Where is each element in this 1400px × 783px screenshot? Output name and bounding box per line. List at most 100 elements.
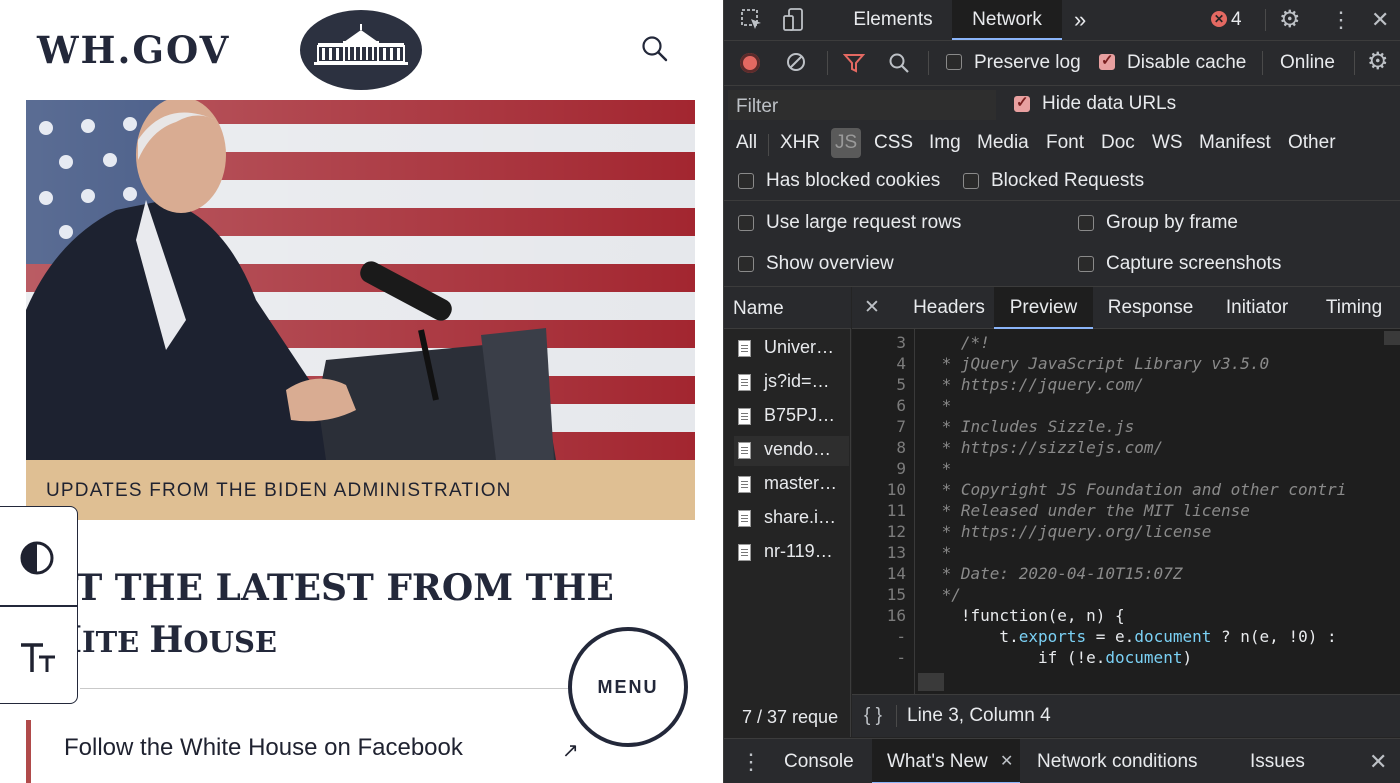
scrollbar-thumb[interactable]: [1384, 331, 1400, 345]
drawer-menu-icon[interactable]: ⋮: [740, 739, 762, 783]
kebab-menu-icon[interactable]: ⋮: [1330, 0, 1352, 40]
type-filter-manifest[interactable]: Manifest: [1199, 132, 1271, 154]
drawer-tab-issues[interactable]: Issues: [1250, 739, 1305, 783]
clear-icon[interactable]: [786, 52, 806, 72]
type-separator: [768, 134, 769, 156]
group-by-frame-label[interactable]: Group by frame: [1106, 212, 1238, 234]
capture-screenshots-checkbox[interactable]: [1078, 256, 1094, 272]
has-blocked-cookies-label[interactable]: Has blocked cookies: [766, 170, 940, 192]
file-icon: [738, 408, 751, 425]
drawer-tab-console[interactable]: Console: [784, 739, 854, 783]
request-row[interactable]: Univer…: [734, 334, 849, 364]
headline-segment: OUSE: [183, 625, 277, 659]
preserve-log-label[interactable]: Preserve log: [974, 52, 1081, 74]
white-house-seal[interactable]: [300, 10, 422, 90]
request-row[interactable]: js?id=…: [734, 368, 849, 398]
filter-input[interactable]: Filter: [728, 90, 996, 120]
blocked-requests-checkbox[interactable]: [963, 173, 979, 189]
contrast-button[interactable]: [19, 540, 55, 576]
hide-data-urls-label[interactable]: Hide data URLs: [1042, 93, 1176, 115]
hide-data-urls-checkbox[interactable]: [1014, 93, 1030, 112]
link-accent-bar: [26, 720, 31, 783]
headline: ET THE LATEST FROM THE HITE HOUSE: [48, 562, 614, 668]
has-blocked-cookies-checkbox[interactable]: [738, 173, 754, 189]
large-rows-label[interactable]: Use large request rows: [766, 212, 961, 234]
show-overview-label[interactable]: Show overview: [766, 253, 894, 275]
close-detail-icon[interactable]: ✕: [864, 287, 884, 329]
name-column-header[interactable]: Name: [724, 287, 851, 329]
tab-network[interactable]: Network: [952, 0, 1062, 40]
code-line: * Released under the MIT license: [932, 501, 1250, 520]
type-filter-media[interactable]: Media: [977, 132, 1029, 154]
request-list: Name Univer… js?id=… B75PJ… vendo… maste…: [724, 287, 851, 737]
horizontal-scrollbar[interactable]: [918, 673, 944, 691]
settings-gear-icon[interactable]: ⚙: [1279, 0, 1301, 40]
pretty-print-icon[interactable]: { }: [864, 705, 882, 727]
toolbar-divider: [0, 605, 77, 607]
show-overview-checkbox[interactable]: [738, 256, 754, 272]
request-count: 7 / 37 reque: [742, 707, 839, 727]
drawer-tab-network-conditions[interactable]: Network conditions: [1037, 739, 1198, 783]
site-logo[interactable]: WH.GOV: [37, 28, 230, 72]
type-filter-font[interactable]: Font: [1046, 132, 1084, 154]
disable-cache-checkbox[interactable]: [1099, 51, 1115, 70]
request-name: nr-119…: [764, 541, 833, 561]
name-header-label: Name: [733, 298, 784, 319]
tab-preview[interactable]: Preview: [994, 287, 1093, 329]
request-row[interactable]: share.i…: [734, 504, 849, 534]
tab-initiator[interactable]: Initiator: [1214, 287, 1300, 329]
request-row[interactable]: B75PJ…: [734, 402, 849, 432]
disable-cache-label[interactable]: Disable cache: [1127, 52, 1246, 74]
record-icon[interactable]: [740, 53, 760, 73]
type-filter-js[interactable]: JS: [831, 128, 862, 158]
group-by-frame-checkbox[interactable]: [1078, 215, 1094, 231]
code-line: */: [932, 585, 961, 604]
network-settings-gear-icon[interactable]: ⚙: [1367, 47, 1389, 76]
close-drawer-icon[interactable]: ✕: [1369, 739, 1387, 783]
capture-screenshots-label[interactable]: Capture screenshots: [1106, 253, 1281, 275]
drawer-tab-whats-new[interactable]: What's New ✕: [872, 739, 1020, 783]
request-row[interactable]: master…: [734, 470, 849, 500]
type-filter-css[interactable]: CSS: [874, 132, 913, 154]
text-size-button[interactable]: [19, 640, 59, 676]
website-viewport: WH.GOV UPDATES FROM THE BIDEN ADMINISTRA…: [0, 0, 723, 783]
blocked-requests-label[interactable]: Blocked Requests: [991, 170, 1144, 192]
throttling-select[interactable]: Online: [1280, 52, 1335, 74]
type-filter-all[interactable]: All: [736, 132, 757, 154]
error-count[interactable]: 4: [1231, 0, 1242, 40]
request-name: vendo…: [764, 439, 832, 459]
search-icon[interactable]: [888, 52, 910, 74]
close-devtools-icon[interactable]: ✕: [1371, 0, 1389, 40]
menu-button[interactable]: MENU: [568, 627, 688, 747]
toolbar-separator: [928, 51, 929, 75]
type-filter-img[interactable]: Img: [929, 132, 961, 154]
request-row[interactable]: vendo…: [734, 436, 849, 466]
facebook-link[interactable]: Follow the White House on Facebook: [64, 734, 463, 762]
error-icon[interactable]: ✕: [1211, 11, 1227, 27]
large-rows-checkbox[interactable]: [738, 215, 754, 231]
filter-funnel-icon[interactable]: [842, 52, 866, 74]
more-tabs-icon[interactable]: »: [1074, 0, 1098, 40]
type-filter-ws[interactable]: WS: [1152, 132, 1183, 154]
request-row[interactable]: nr-119…: [734, 538, 849, 568]
tab-elements[interactable]: Elements: [836, 0, 950, 40]
headline-letter: H: [149, 619, 184, 661]
close-tab-icon[interactable]: ✕: [1000, 739, 1013, 783]
line-number: 14: [886, 564, 906, 583]
tab-response[interactable]: Response: [1103, 287, 1198, 329]
detail-tabbar: ✕ Headers Preview Response Initiator Tim…: [852, 287, 1400, 329]
hero-banner[interactable]: UPDATES FROM THE BIDEN ADMINISTRATION: [26, 460, 695, 520]
search-button[interactable]: [640, 34, 670, 64]
line-number: 8: [896, 438, 906, 457]
device-toolbar-icon[interactable]: [782, 8, 806, 32]
code-preview[interactable]: 3 4 5 6 7 8 9 10 11 12 13 14 15 16 - - /*! * jQuery Jav…: [852, 329, 1400, 694]
tab-headers[interactable]: Headers: [904, 287, 994, 329]
type-filter-doc[interactable]: Doc: [1101, 132, 1135, 154]
line-number: 10: [886, 480, 906, 499]
inspect-element-icon[interactable]: [740, 8, 764, 32]
tab-timing[interactable]: Timing: [1314, 287, 1394, 329]
type-filter-xhr[interactable]: XHR: [780, 132, 820, 154]
preserve-log-checkbox[interactable]: [946, 54, 962, 70]
external-link-icon: ↗: [562, 740, 579, 762]
type-filter-other[interactable]: Other: [1288, 132, 1336, 154]
